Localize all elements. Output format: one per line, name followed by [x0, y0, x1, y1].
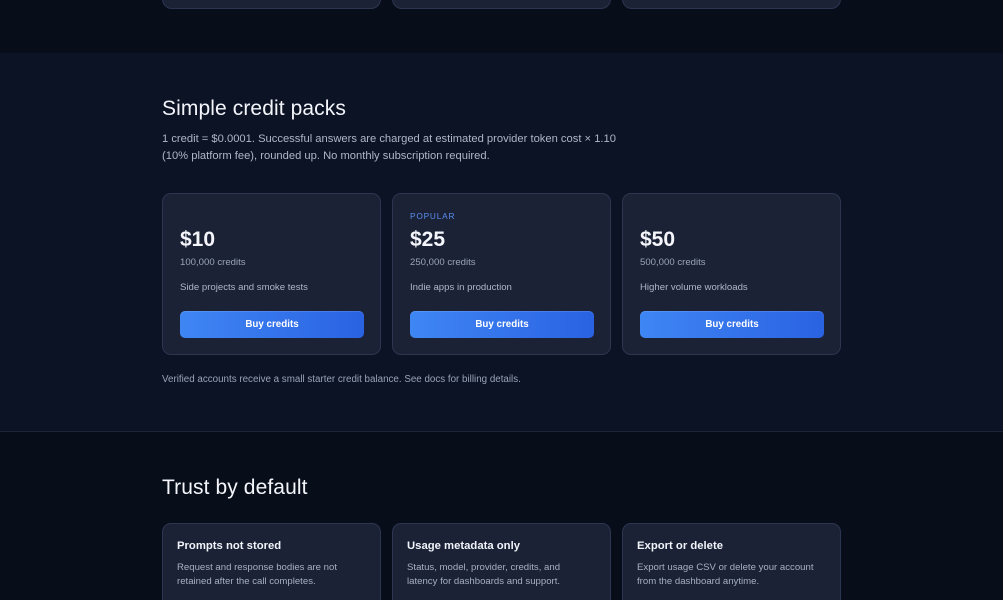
pack-description: Higher volume workloads: [640, 282, 748, 293]
trust-card: Prompts not stored Request and response …: [162, 523, 381, 600]
credit-pack-card-popular: POPULAR $25 250,000 credits Indie apps i…: [392, 193, 611, 355]
previous-card: [392, 0, 611, 9]
trust-card-line: Export usage CSV or delete your account: [637, 562, 814, 573]
pricing-title: Simple credit packs: [162, 97, 346, 120]
credit-pack-card: $50 500,000 credits Higher volume worklo…: [622, 193, 841, 355]
pack-credits: 250,000 credits: [410, 257, 476, 268]
trust-card-title: Usage metadata only: [407, 540, 521, 552]
trust-title: Trust by default: [162, 476, 308, 499]
trust-card-title: Prompts not stored: [177, 540, 282, 552]
buy-credits-button[interactable]: Buy credits: [410, 311, 594, 338]
trust-card-description: Status, model, provider, credits, and la…: [407, 561, 603, 589]
trust-card-title: Export or delete: [637, 540, 724, 552]
pack-price: $10: [180, 228, 216, 251]
pack-price: $50: [640, 228, 676, 251]
pack-price: $25: [410, 228, 446, 251]
popular-badge: POPULAR: [410, 211, 456, 221]
credit-pack-card: $10 100,000 credits Side projects and sm…: [162, 193, 381, 355]
trust-card: Export or delete Export usage CSV or del…: [622, 523, 841, 600]
trust-card-line: Request and response bodies are not: [177, 562, 338, 573]
trust-card: Usage metadata only Status, model, provi…: [392, 523, 611, 600]
pack-description: Indie apps in production: [410, 282, 512, 293]
trust-card-line: from the dashboard anytime.: [637, 576, 760, 587]
trust-card-line: latency for dashboards and support.: [407, 576, 561, 587]
trust-section: Trust by default Prompts not stored Requ…: [0, 432, 1003, 600]
trust-card-line: Status, model, provider, credits, and: [407, 562, 561, 573]
buy-credits-button[interactable]: Buy credits: [180, 311, 364, 338]
pricing-section: Simple credit packs 1 credit = $0.0001. …: [0, 53, 1003, 431]
buy-credits-button[interactable]: Buy credits: [640, 311, 824, 338]
pricing-lead-line: 1 credit = $0.0001. Successful answers a…: [162, 133, 616, 145]
pack-credits: 100,000 credits: [180, 257, 246, 268]
previous-card: [622, 0, 841, 9]
previous-section: [0, 0, 1003, 53]
pack-credits: 500,000 credits: [640, 257, 706, 268]
trust-card-description: Export usage CSV or delete your account …: [637, 561, 833, 589]
trust-card-description: Request and response bodies are not reta…: [177, 561, 373, 589]
pricing-lead: 1 credit = $0.0001. Successful answers a…: [162, 131, 632, 165]
trust-card-line: retained after the call completes.: [177, 576, 316, 587]
pack-description: Side projects and smoke tests: [180, 282, 308, 293]
billing-note: Verified accounts receive a small starte…: [162, 374, 521, 385]
pricing-lead-line: (10% platform fee), rounded up. No month…: [162, 150, 490, 162]
previous-card: [162, 0, 381, 9]
